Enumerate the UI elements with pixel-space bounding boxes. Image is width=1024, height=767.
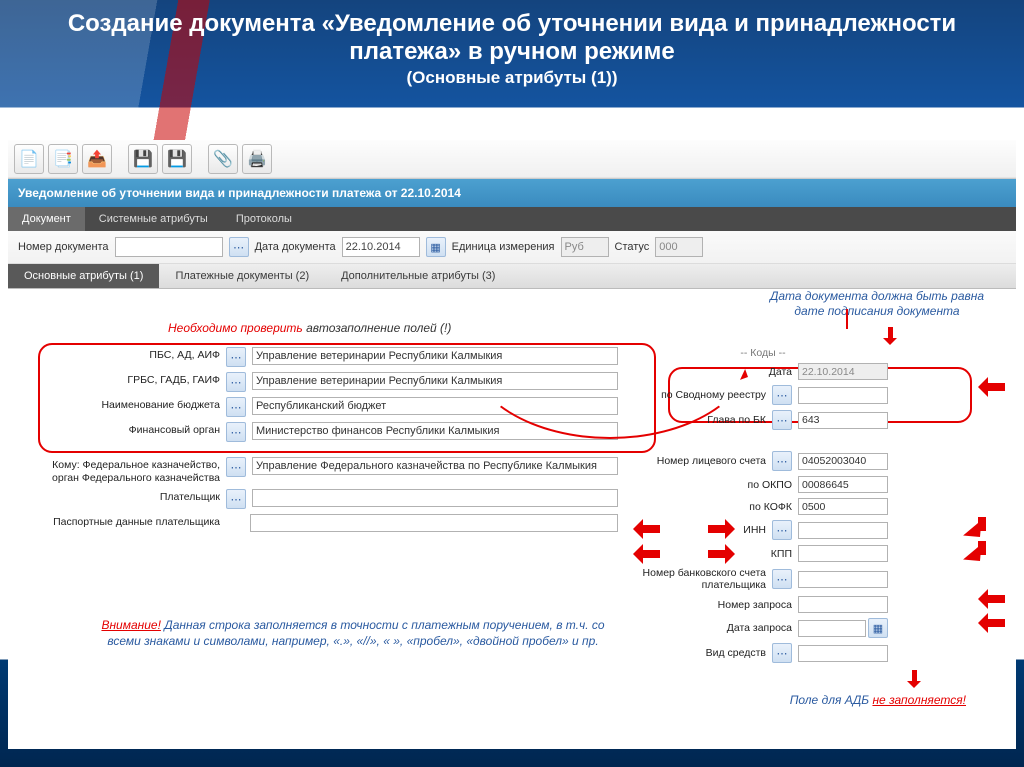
vids-label: Вид средств (638, 647, 766, 659)
note-autofill: Необходимо проверить автозаполнение поле… (168, 321, 451, 335)
subtab-payment-docs[interactable]: Платежные документы (2) (159, 264, 325, 288)
pass-input[interactable] (250, 514, 618, 532)
calendar-icon[interactable]: ▦ (426, 237, 446, 257)
print-button[interactable]: 🖨️ (242, 144, 272, 174)
fin-label: Финансовый орган (48, 422, 220, 437)
arrow-icon (973, 613, 1005, 633)
kpp-input[interactable] (798, 545, 888, 562)
curve-arrow-icon (468, 265, 752, 439)
arrow-icon (968, 541, 994, 567)
unit-input (561, 237, 609, 257)
inn-picker-icon[interactable]: ⋯ (772, 520, 792, 540)
unit-label: Единица измерения (452, 241, 555, 253)
pbs-picker-icon[interactable]: ⋯ (226, 347, 246, 367)
pbs-label: ПБС, АД, АИФ (48, 347, 220, 362)
subtab-extra-attrs[interactable]: Дополнительные атрибуты (3) (325, 264, 511, 288)
attach-button[interactable]: 📎 (208, 144, 238, 174)
grbs-picker-icon[interactable]: ⋯ (226, 372, 246, 392)
okpo-label: по ОКПО (638, 479, 792, 491)
payer-label: Плательщик (48, 489, 220, 504)
lic-input[interactable] (798, 453, 888, 470)
arrow-icon (708, 519, 740, 539)
doc-header-row: Номер документа ⋯ Дата документа ▦ Едини… (8, 231, 1016, 264)
komu-label: Кому: Федеральное казначейство, орган Фе… (48, 457, 220, 484)
fin-picker-icon[interactable]: ⋯ (226, 422, 246, 442)
doc-no-picker-icon[interactable]: ⋯ (229, 237, 249, 257)
export-button[interactable]: 📤 (82, 144, 112, 174)
page-title: Создание документа «Уведомление об уточн… (40, 10, 984, 65)
app-window: 📄 📑 📤 💾 💾 📎 🖨️ Уведомление об уточнении … (8, 140, 1016, 749)
arrow-icon (973, 589, 1005, 609)
arrow-down-icon (908, 670, 922, 690)
doc-date-label: Дата документа (255, 241, 336, 253)
copy-doc-button[interactable]: 📑 (48, 144, 78, 174)
bank-label: Номер банковского счета плательщика (638, 567, 766, 591)
payer-picker-icon[interactable]: ⋯ (226, 489, 246, 509)
arrow-icon (708, 544, 740, 564)
vids-picker-icon[interactable]: ⋯ (772, 643, 792, 663)
tabbar: Документ Системные атрибуты Протоколы (8, 207, 1016, 231)
req-label: Номер запроса (638, 599, 792, 611)
status-label: Статус (615, 241, 650, 253)
tab-document[interactable]: Документ (8, 207, 85, 231)
arrow-icon (973, 377, 1005, 397)
bank-input[interactable] (798, 571, 888, 588)
kofk-label: по КОФК (638, 501, 792, 513)
arrow-icon (628, 544, 660, 564)
arrow-down-icon (884, 327, 898, 347)
doc-no-input[interactable] (115, 237, 223, 257)
lic-label: Номер лицевого счета (638, 455, 766, 467)
doc-no-label: Номер документа (18, 241, 109, 253)
document-banner: Уведомление об уточнении вида и принадле… (8, 179, 1016, 207)
komu-input[interactable] (252, 457, 618, 475)
doc-date-input[interactable] (342, 237, 420, 257)
new-doc-button[interactable]: 📄 (14, 144, 44, 174)
arrow-icon (628, 519, 660, 539)
tab-system-attrs[interactable]: Системные атрибуты (85, 207, 222, 231)
budget-label: Наименование бюджета (48, 397, 220, 412)
payer-input[interactable] (252, 489, 618, 507)
svod-input[interactable] (798, 387, 888, 404)
glava-picker-icon[interactable]: ⋯ (772, 410, 792, 430)
note-bottom: Внимание! Данная строка заполняется в то… (88, 617, 618, 649)
save-button[interactable]: 💾 (128, 144, 158, 174)
subtabs: Основные атрибуты (1) Платежные документ… (8, 264, 1016, 289)
save-ok-button[interactable]: 💾 (162, 144, 192, 174)
svod-picker-icon[interactable]: ⋯ (772, 385, 792, 405)
komu-picker-icon[interactable]: ⋯ (226, 457, 246, 477)
glava-input[interactable] (798, 412, 888, 429)
reqdate-calendar-icon[interactable]: ▦ (868, 618, 888, 638)
page-subtitle: (Основные атрибуты (1)) (40, 68, 984, 88)
pass-label: Паспортные данные плательщика (48, 514, 220, 529)
vids-input[interactable] (798, 645, 888, 662)
budget-picker-icon[interactable]: ⋯ (226, 397, 246, 417)
grbs-label: ГРБС, ГАДБ, ГАИФ (48, 372, 220, 387)
arrow-icon (968, 517, 994, 543)
note-adb: Поле для АДБ не заполняется! (790, 693, 966, 707)
bank-picker-icon[interactable]: ⋯ (772, 569, 792, 589)
reqdate-input[interactable] (798, 620, 866, 637)
toolbar: 📄 📑 📤 💾 💾 📎 🖨️ (8, 140, 1016, 179)
status-input (655, 237, 703, 257)
subtab-main-attrs[interactable]: Основные атрибуты (1) (8, 264, 159, 288)
reqdate-label: Дата запроса (638, 622, 792, 634)
lic-picker-icon[interactable]: ⋯ (772, 451, 792, 471)
okpo-input[interactable] (798, 476, 888, 493)
kofk-input[interactable] (798, 498, 888, 515)
form-content: Дата документа должна быть равна дате по… (8, 289, 1016, 749)
req-input[interactable] (798, 596, 888, 613)
inn-input[interactable] (798, 522, 888, 539)
tab-protocols[interactable]: Протоколы (222, 207, 306, 231)
date-input (798, 363, 888, 380)
note-doc-date: Дата документа должна быть равна дате по… (766, 289, 988, 319)
